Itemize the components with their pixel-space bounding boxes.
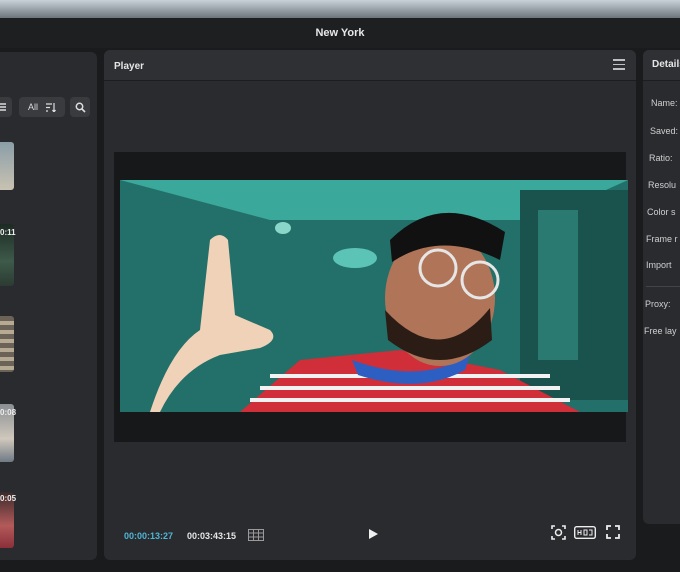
search-button[interactable] (70, 97, 90, 117)
search-icon (75, 102, 86, 113)
media-library-panel (0, 52, 97, 560)
project-title: New York (315, 27, 365, 39)
clip-thumbnail[interactable] (0, 142, 14, 190)
list-view-icon[interactable] (0, 97, 12, 117)
details-title: Details (652, 59, 680, 70)
video-content (120, 180, 628, 412)
snapshot-icon[interactable] (551, 525, 566, 540)
monitor-bezel (0, 0, 680, 18)
quality-icon[interactable] (574, 526, 596, 539)
fullscreen-icon[interactable] (606, 525, 620, 539)
current-timecode: 00:00:13:27 (124, 531, 174, 541)
filter-group: All (19, 97, 65, 117)
detail-color-label: Color s (647, 207, 676, 217)
total-duration: 00:03:43:15 (187, 531, 237, 541)
clip-duration: 0:05 (0, 494, 17, 503)
details-panel (643, 50, 680, 524)
sort-filter-icon[interactable] (46, 102, 56, 112)
detail-resolution-label: Resolu (648, 180, 677, 190)
detail-proxy-label: Proxy: (645, 299, 671, 309)
detail-name-label: Name: (651, 98, 678, 108)
clip-duration: 0:08 (0, 408, 17, 417)
details-divider (646, 286, 680, 287)
play-icon[interactable] (367, 528, 379, 540)
clip-duration: 0:11 (0, 228, 16, 237)
detail-import-label: Import (646, 260, 672, 270)
detail-frame-rate-label: Frame r (646, 234, 678, 244)
video-frame[interactable] (120, 180, 628, 412)
detail-free-layer-label: Free lay (644, 326, 677, 336)
panel-menu-icon[interactable] (613, 59, 625, 70)
grid-overlay-icon[interactable] (248, 529, 264, 541)
player-title: Player (114, 61, 145, 72)
player-header (104, 50, 636, 81)
filter-all-button[interactable]: All (28, 102, 38, 112)
detail-ratio-label: Ratio: (649, 153, 673, 163)
clip-thumbnail[interactable] (0, 316, 14, 372)
detail-saved-label: Saved: (650, 126, 679, 136)
